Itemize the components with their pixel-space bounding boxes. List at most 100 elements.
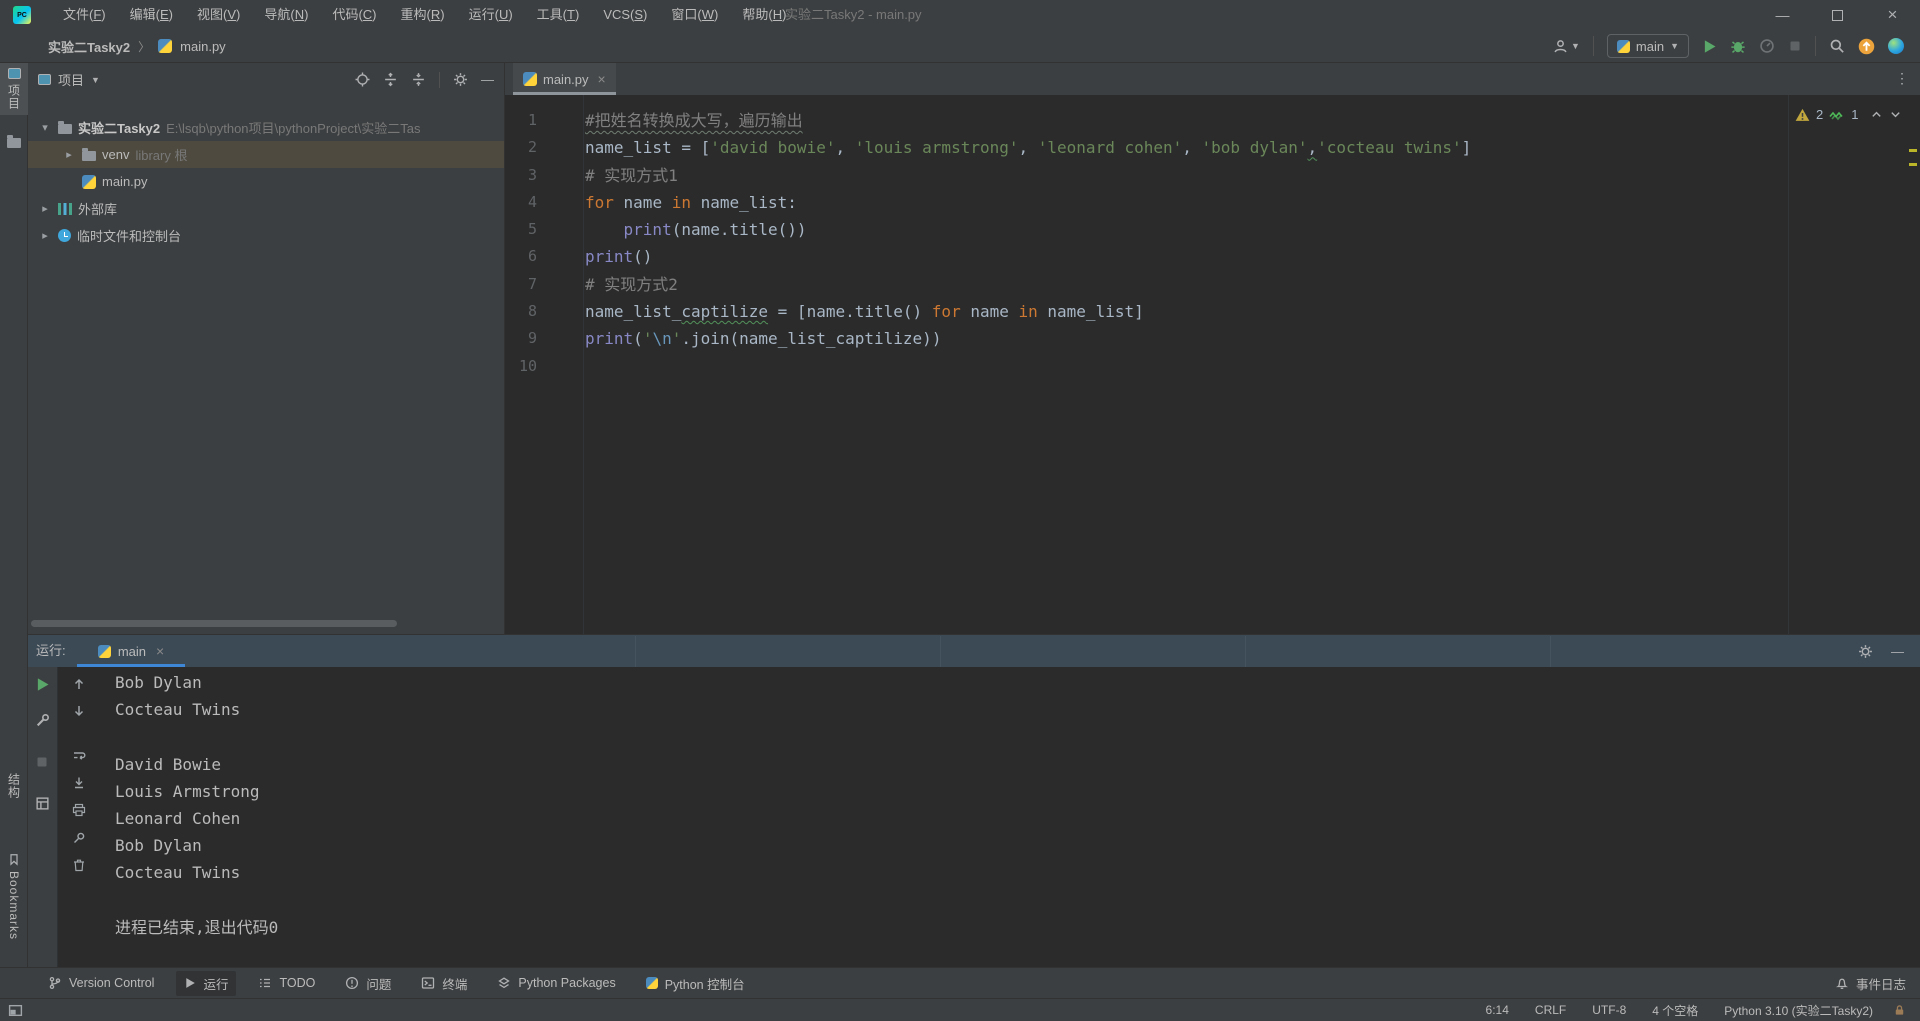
- tree-row[interactable]: ▾ 实验二Tasky2 E:\lsqb\python项目\pythonProject…: [28, 114, 504, 141]
- close-tab-icon[interactable]: ×: [598, 71, 606, 87]
- toolwindow-button[interactable]: TODO: [250, 973, 323, 993]
- chevron-down-icon[interactable]: ▼: [91, 75, 100, 85]
- close-run-tab-icon[interactable]: ×: [156, 643, 164, 659]
- next-problem-icon[interactable]: [1889, 108, 1902, 121]
- maximize-window-icon[interactable]: [1810, 0, 1865, 31]
- status-widget[interactable]: UTF-8: [1592, 1003, 1626, 1017]
- scroll-to-end-icon[interactable]: [72, 776, 86, 790]
- profiler-button[interactable]: [1759, 38, 1775, 54]
- stripe-folder-button[interactable]: [0, 131, 28, 153]
- horizontal-scrollbar[interactable]: [31, 620, 397, 627]
- warning-stripe-mark[interactable]: [1909, 149, 1917, 152]
- problem-icon: [345, 976, 359, 990]
- toolwindow-button-label: 运行: [203, 977, 229, 992]
- code-line[interactable]: 1 #把姓名转换成大写，遍历输出: [505, 107, 1920, 134]
- project-panel-title[interactable]: 项目: [58, 70, 84, 89]
- print-icon[interactable]: [72, 803, 86, 817]
- run-configuration-select[interactable]: main ▼: [1606, 34, 1689, 58]
- toolwindow-button[interactable]: Version Control: [40, 973, 162, 993]
- toolwindow-button[interactable]: Python 控制台: [638, 971, 753, 996]
- gear-icon[interactable]: [1858, 644, 1873, 659]
- close-window-icon[interactable]: ×: [1865, 0, 1920, 31]
- menu-item[interactable]: VCS(S): [591, 0, 659, 30]
- inspections-widget[interactable]: 2 1: [1795, 107, 1902, 122]
- code-line[interactable]: 9 print('\n'.join(name_list_captilize)): [505, 325, 1920, 352]
- hide-panel-icon[interactable]: —: [481, 72, 494, 87]
- toolwindow-button[interactable]: 终端: [413, 971, 475, 996]
- toolwindow-switcher-icon[interactable]: [8, 1003, 23, 1018]
- menu-item[interactable]: 编辑(E): [118, 0, 185, 30]
- toolwindow-button[interactable]: 运行: [176, 970, 237, 996]
- expand-all-icon[interactable]: [383, 72, 398, 87]
- update-available-icon[interactable]: [1858, 38, 1875, 55]
- status-widget[interactable]: CRLF: [1535, 1003, 1566, 1017]
- code-line[interactable]: 7 # 实现方式2: [505, 271, 1920, 298]
- menu-item[interactable]: 重构(R): [389, 0, 457, 30]
- stop-button[interactable]: [1788, 39, 1802, 53]
- stripe-structure-button[interactable]: 结构: [0, 768, 28, 804]
- previous-problem-icon[interactable]: [1870, 108, 1883, 121]
- folder-icon: [7, 135, 21, 148]
- code-line[interactable]: 4 for name in name_list:: [505, 189, 1920, 216]
- main-menus: 文件(F) 编辑(E) 视图(V) 导航(N) 代码(C) 重构(R) 运行(U) 工具(T)…: [51, 0, 798, 30]
- run-tab-main[interactable]: main ×: [77, 635, 185, 667]
- toolwindow-button-label: 终端: [442, 977, 468, 992]
- code-line[interactable]: 8 name_list_captilize = [name.title() for…: [505, 298, 1920, 325]
- tree-chevron-icon[interactable]: ▸: [38, 202, 52, 215]
- status-widget[interactable]: Python 3.10 (实验二Tasky2): [1724, 1002, 1873, 1019]
- collapse-all-icon[interactable]: [411, 72, 426, 87]
- menu-item[interactable]: 窗口(W): [659, 0, 730, 30]
- code-with-me-icon[interactable]: [1888, 38, 1904, 54]
- event-log-button[interactable]: 事件日志: [1835, 974, 1906, 993]
- status-widget[interactable]: 6:14: [1486, 1003, 1509, 1017]
- code-line[interactable]: 5 print(name.title()): [505, 216, 1920, 243]
- toolwindow-button[interactable]: Python Packages: [489, 973, 623, 993]
- pin-tab-icon[interactable]: [72, 831, 86, 845]
- edit-configurations-icon[interactable]: [35, 713, 50, 728]
- tab-main-py[interactable]: main.py ×: [513, 63, 616, 95]
- tree-chevron-icon[interactable]: ▸: [62, 148, 76, 161]
- breadcrumb-file[interactable]: main.py: [180, 39, 226, 54]
- run-button[interactable]: [1702, 39, 1717, 54]
- stripe-bookmarks-button[interactable]: Bookmarks: [0, 848, 28, 945]
- debug-button[interactable]: [1730, 38, 1746, 54]
- rerun-button[interactable]: [35, 677, 50, 692]
- down-stack-trace-icon[interactable]: [72, 704, 86, 718]
- hide-panel-icon[interactable]: —: [1891, 644, 1904, 659]
- stop-button[interactable]: [35, 755, 49, 769]
- toolwindow-button[interactable]: 问题: [337, 971, 399, 996]
- menu-item[interactable]: 工具(T): [525, 0, 592, 30]
- lock-icon[interactable]: [1893, 1003, 1906, 1017]
- select-opened-file-icon[interactable]: [355, 72, 370, 87]
- status-widget[interactable]: 4 个空格: [1652, 1002, 1698, 1019]
- warning-stripe-mark[interactable]: [1909, 163, 1917, 166]
- up-stack-trace-icon[interactable]: [72, 677, 86, 691]
- clear-all-icon[interactable]: [72, 858, 86, 872]
- gear-icon[interactable]: [453, 72, 468, 87]
- soft-wrap-icon[interactable]: [72, 749, 86, 763]
- restore-layout-icon[interactable]: [35, 796, 50, 811]
- user-account-button[interactable]: ▼: [1553, 39, 1580, 54]
- tree-row[interactable]: ▸ venv library 根: [28, 141, 504, 168]
- tree-chevron-icon[interactable]: ▸: [38, 229, 52, 242]
- breadcrumb-project[interactable]: 实验二Tasky2: [48, 37, 130, 56]
- tree-row[interactable]: ▸ 临时文件和控制台: [28, 222, 504, 249]
- code-line[interactable]: 10: [505, 353, 1920, 380]
- menu-item[interactable]: 运行(U): [457, 0, 525, 30]
- minimize-window-icon[interactable]: —: [1755, 0, 1810, 31]
- menu-item[interactable]: 导航(N): [252, 0, 320, 30]
- stripe-project-button[interactable]: 项目: [0, 63, 28, 115]
- search-everywhere-icon[interactable]: [1829, 38, 1845, 54]
- code-line[interactable]: 2 name_list = ['david bowie', 'louis arms…: [505, 134, 1920, 161]
- code-line[interactable]: 3 # 实现方式1: [505, 162, 1920, 189]
- tab-options-icon[interactable]: ⋮: [1895, 70, 1910, 87]
- menu-item[interactable]: 视图(V): [185, 0, 252, 30]
- tree-row[interactable]: main.py: [28, 168, 504, 195]
- code-editor[interactable]: 1 #把姓名转换成大写，遍历输出 2 name_list = ['david bowi…: [505, 95, 1920, 634]
- code-line[interactable]: 6 print(): [505, 243, 1920, 270]
- tree-row[interactable]: ▸ 外部库: [28, 195, 504, 222]
- tree-chevron-icon[interactable]: ▾: [38, 121, 52, 134]
- menu-item[interactable]: 代码(C): [320, 0, 388, 30]
- menu-item[interactable]: 文件(F): [51, 0, 118, 30]
- pycharm-logo-icon: PC: [13, 6, 31, 24]
